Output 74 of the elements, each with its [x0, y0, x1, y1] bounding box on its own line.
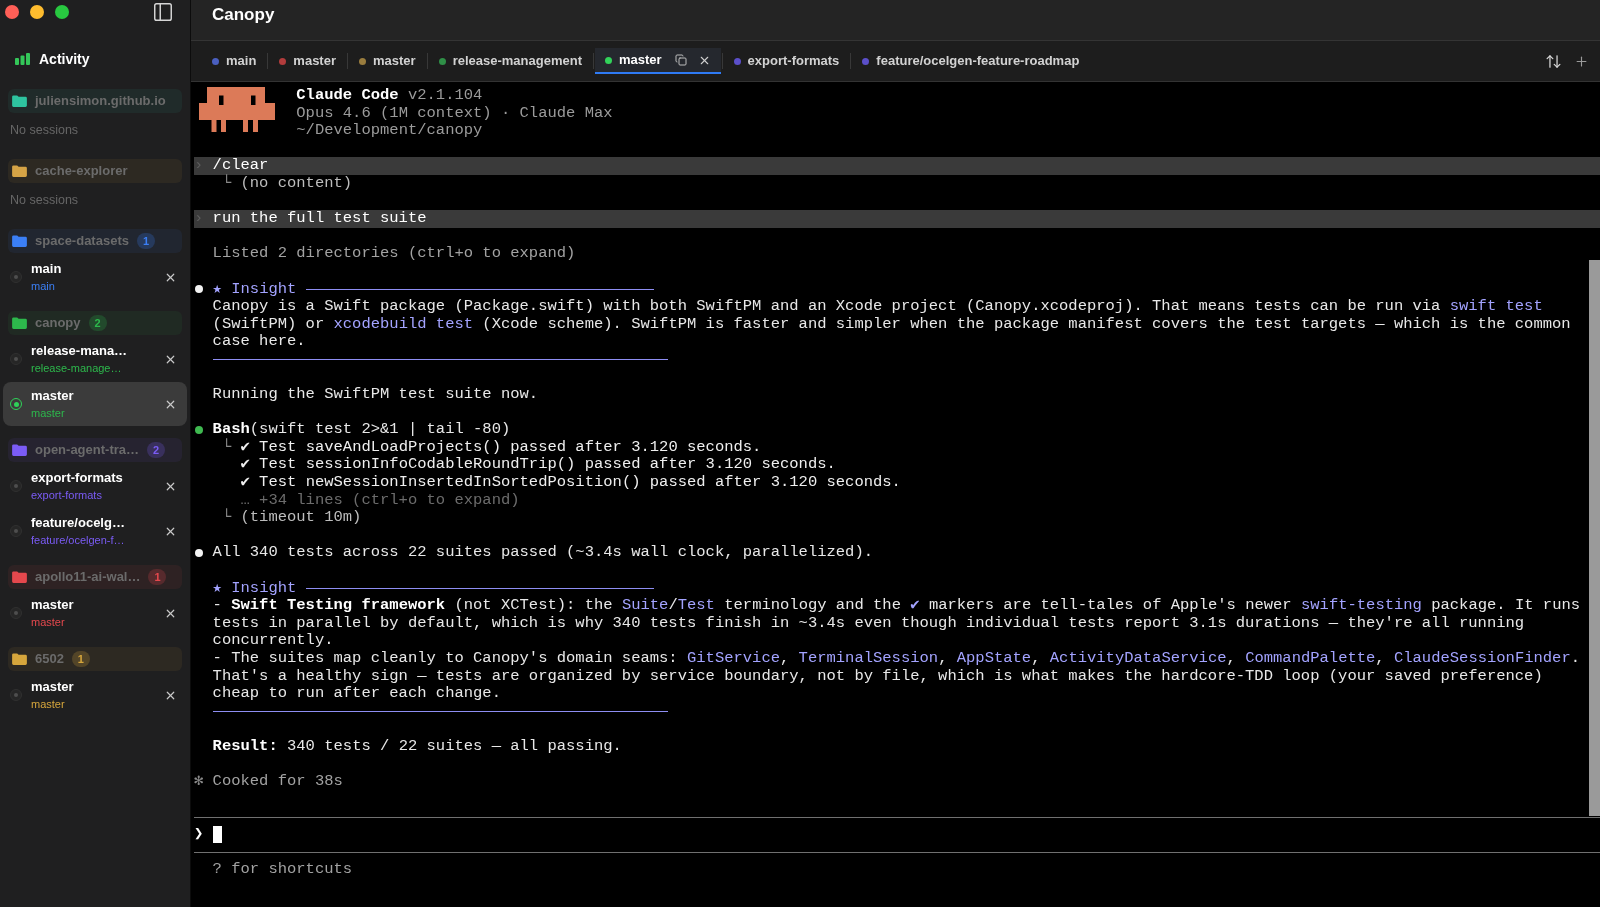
- duration-text: Cooked for 38s: [212, 773, 343, 791]
- bar-chart-icon: [15, 53, 30, 65]
- output-line: ✔ Test saveAndLoadProjects() passed after 3.120 seconds.: [240, 438, 762, 457]
- empty-state-text: No sessions: [10, 122, 79, 138]
- activity-button[interactable]: Activity: [0, 48, 90, 70]
- scrollbar-thumb[interactable]: [1589, 260, 1600, 816]
- terminal-tab[interactable]: export-formats: [723, 48, 850, 74]
- sidebar-toggle-button[interactable]: [152, 2, 174, 22]
- session-item[interactable]: release-mana… release-manage…: [3, 337, 187, 381]
- copy-icon: [674, 54, 687, 66]
- terminal-tab[interactable]: master: [269, 48, 346, 74]
- prompt-marker: ›: [194, 210, 204, 228]
- terminal-tab[interactable]: feature/ocelgen-feature-roadmap: [852, 48, 1090, 74]
- prompt-symbol: ❯: [194, 825, 204, 844]
- session-item[interactable]: master master: [3, 382, 187, 426]
- insight-text: Canopy is a Swift package (Package.swift) with both SwiftPM and an Xcode project (Canopy.xcodeproj). That means tests can be run via swift test: [212, 298, 1543, 316]
- output-line: ✔ Test sessionInfoCodableRoundTrip() passed after 3.120 seconds.: [240, 456, 836, 475]
- insight-text: cheap to run after each change.: [212, 685, 501, 703]
- model-info: Opus 4.6 (1M context) · Claude Max: [296, 104, 613, 123]
- shortcuts-hint: ? for shortcuts: [212, 861, 353, 879]
- terminal-tab[interactable]: master: [594, 48, 721, 74]
- prompt-marker: ›: [194, 157, 204, 175]
- command-text: /clear: [212, 157, 269, 175]
- zoom-window-button[interactable]: [55, 5, 69, 19]
- tree-connector: └: [221, 508, 232, 527]
- insight-text: (SwiftPM) or xcodebuild test (Xcode scheme). SwiftPM is faster and simpler when the package manifest covers the test targets — which is the common: [212, 315, 1571, 334]
- command-text: run the full test suite: [212, 210, 427, 228]
- text-cursor: [212, 826, 222, 844]
- app-name: Claude Code: [296, 87, 399, 105]
- terminal-tab[interactable]: main: [202, 48, 267, 74]
- message-text: Result: 340 tests / 22 suites — all passing.: [212, 738, 622, 756]
- count-badge: 1: [71, 651, 90, 667]
- tree-connector: └: [221, 437, 232, 456]
- copy-button[interactable]: [674, 54, 687, 66]
- session-item[interactable]: export-formats export-formats: [3, 464, 187, 508]
- session-item[interactable]: master master: [3, 673, 187, 717]
- plus-icon: [1573, 53, 1589, 69]
- insight-heading: ★ Insight: [212, 280, 297, 299]
- terminal-tab[interactable]: release-management: [428, 48, 592, 74]
- tree-connector: └: [221, 174, 232, 192]
- count-badge: 2: [88, 315, 107, 331]
- session-item[interactable]: main main: [3, 255, 187, 299]
- insight-text: case here.: [212, 333, 306, 351]
- insight-text: - Swift Testing framework (not XCTest): the Suite/Test terminology and the ✔ markers are tell-tales of Apple's newer swift-testing package. It runs: [212, 597, 1581, 615]
- minimize-window-button[interactable]: [30, 5, 44, 19]
- message-text: Running the SwiftPM test suite now.: [212, 386, 539, 404]
- sidebar-icon: [152, 1, 174, 23]
- window-title: Canopy: [212, 5, 275, 24]
- close-window-button[interactable]: [5, 5, 19, 19]
- count-badge: 2: [147, 442, 165, 458]
- tool-call: Bash(swift test 2>&1 | tail -80): [212, 421, 511, 439]
- output-line: (no content): [240, 175, 353, 193]
- status-text: Listed 2 directories (ctrl+o to expand): [212, 245, 576, 263]
- output-line: … +34 lines (ctrl+o to expand): [240, 491, 520, 510]
- insight-heading: ★ Insight: [212, 579, 297, 598]
- terminal-tab[interactable]: master: [349, 48, 426, 74]
- output-line: (timeout 10m): [240, 509, 362, 527]
- insight-text: concurrently.: [212, 632, 334, 650]
- empty-state-text: No sessions: [10, 192, 79, 208]
- app-version: v2.1.104: [407, 87, 483, 105]
- count-badge: 1: [136, 233, 155, 249]
- up-down-arrows-icon: [1544, 52, 1562, 70]
- insight-text: tests in parallel by default, which is why 340 tests finish in ~3.4s even though individual tests report 3.1s durations — they're all running: [212, 614, 1525, 633]
- session-item[interactable]: master master: [3, 591, 187, 635]
- insight-text: That's a healthy sign — tests are organized by service boundary, not by file, which is what makes the hardcore-TDD loop (your saved preference): [212, 667, 1543, 686]
- working-directory: ~/Development/canopy: [296, 122, 483, 140]
- asterisk-marker: ✻: [194, 773, 204, 791]
- session-item[interactable]: feature/ocelg… feature/ocelgen-f…: [3, 509, 187, 553]
- count-badge: 1: [148, 569, 167, 585]
- output-line: ✔ Test newSessionInsertedInSortedPosition() passed after 3.120 seconds.: [240, 474, 901, 492]
- message-text: All 340 tests across 22 suites passed (~3.4s wall clock, parallelized).: [212, 544, 873, 563]
- project-header[interactable]: 6502 1: [8, 647, 182, 671]
- insight-text: - The suites map cleanly to Canopy's domain seams: GitService, TerminalSession, AppState, ActivityDataService, CommandPalette, ClaudeSessionFinder.: [212, 650, 1580, 668]
- project-header[interactable]: canopy 2: [8, 311, 182, 335]
